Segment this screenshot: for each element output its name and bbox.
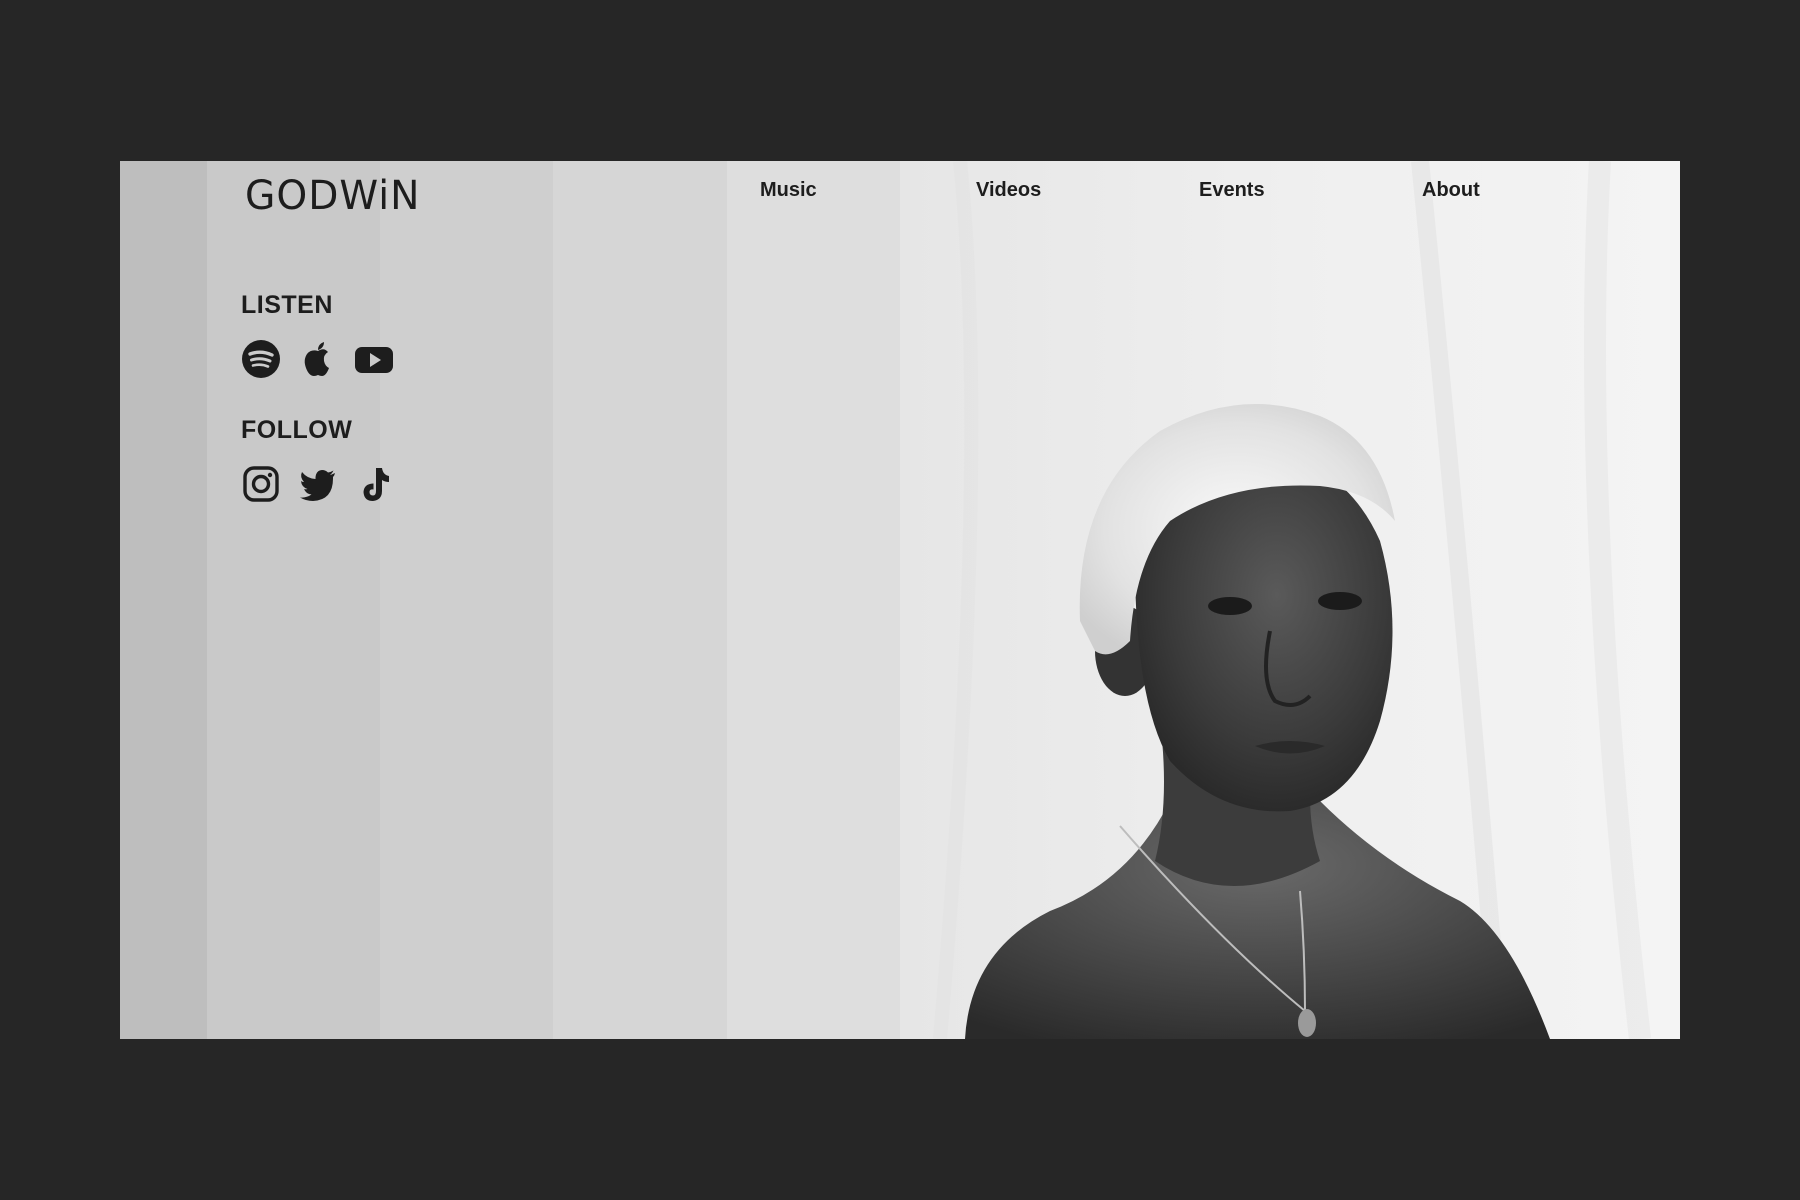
listen-heading: LISTEN xyxy=(241,291,333,319)
background-stripe xyxy=(120,161,207,1039)
background-stripe xyxy=(553,161,727,1039)
artist-portrait-photo xyxy=(900,161,1680,1039)
background-stripe xyxy=(380,161,553,1039)
youtube-icon[interactable] xyxy=(354,339,394,379)
nav-item-about[interactable]: About xyxy=(1422,179,1480,202)
nav-item-videos[interactable]: Videos xyxy=(976,179,1041,202)
instagram-icon[interactable] xyxy=(241,464,281,504)
background-stripe xyxy=(727,161,900,1039)
nav-item-music[interactable]: Music xyxy=(760,179,817,202)
spotify-icon[interactable] xyxy=(241,339,281,379)
nav-item-events[interactable]: Events xyxy=(1199,179,1265,202)
main-nav: Music Videos Events About xyxy=(120,179,1680,209)
website-frame: GODWiN Music Videos Events About LISTEN xyxy=(120,161,1680,1039)
follow-heading: FOLLOW xyxy=(241,416,353,444)
apple-icon[interactable] xyxy=(298,339,338,379)
tiktok-icon[interactable] xyxy=(354,464,394,504)
twitter-icon[interactable] xyxy=(298,464,338,504)
